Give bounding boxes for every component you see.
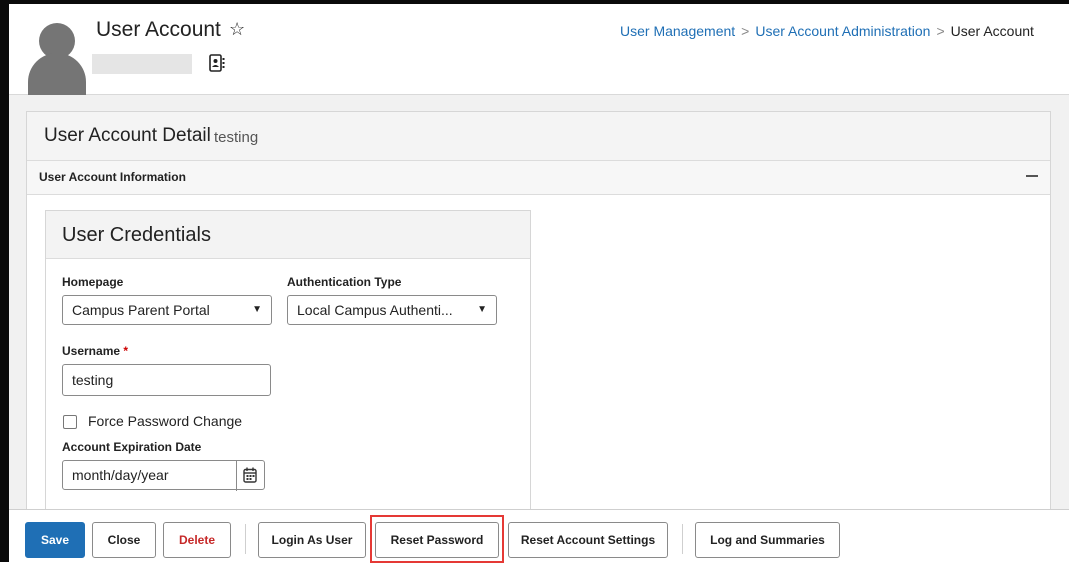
user-account-detail-panel: User Account Detail testing User Account… <box>26 111 1051 533</box>
breadcrumb-user-management[interactable]: User Management <box>620 23 735 39</box>
login-as-user-button[interactable]: Login As User <box>258 522 366 558</box>
close-button[interactable]: Close <box>92 522 156 558</box>
log-and-summaries-button[interactable]: Log and Summaries <box>695 522 840 558</box>
page-header: User Account ☆ User Management > User Acco… <box>9 4 1069 97</box>
username-input[interactable]: testing <box>62 364 271 396</box>
account-expiration-date-input[interactable]: month/day/year <box>62 460 265 491</box>
breadcrumb-separator: > <box>741 23 750 39</box>
screen-frame-left <box>0 0 9 562</box>
dropdown-arrow-icon: ▼ <box>252 304 262 315</box>
panel-title: User Account Detail <box>44 125 211 146</box>
main-content: User Account Detail testing User Account… <box>9 95 1069 562</box>
force-password-change-checkbox[interactable] <box>63 415 77 429</box>
date-input-divider <box>236 461 237 491</box>
username-label-text: Username <box>62 344 121 358</box>
contact-card-icon[interactable] <box>209 54 225 72</box>
card-title: User Credentials <box>62 224 211 246</box>
user-credentials-card: User Credentials Homepage Campus Parent … <box>45 210 531 532</box>
section-header[interactable]: User Account Information <box>27 161 1050 195</box>
force-password-change-label[interactable]: Force Password Change <box>88 413 242 429</box>
card-header: User Credentials <box>46 211 530 259</box>
required-marker: * <box>123 344 129 358</box>
toolbar-separator <box>682 524 683 554</box>
toolbar-separator <box>245 524 246 554</box>
breadcrumb-user-account-administration[interactable]: User Account Administration <box>755 23 930 39</box>
highlight-annotation <box>370 515 504 563</box>
authentication-type-select-value: Local Campus Authenti... <box>297 302 453 318</box>
section-title: User Account Information <box>39 170 186 184</box>
account-expiration-date-label: Account Expiration Date <box>62 440 202 454</box>
page-title: User Account <box>96 18 221 41</box>
dropdown-arrow-icon: ▼ <box>477 304 487 315</box>
authentication-type-label: Authentication Type <box>287 275 402 289</box>
breadcrumb: User Management > User Account Administrat… <box>620 23 1034 39</box>
panel-header: User Account Detail testing <box>27 112 1050 161</box>
calendar-icon[interactable] <box>243 467 257 483</box>
account-expiration-date-placeholder: month/day/year <box>72 467 169 483</box>
action-toolbar: Save Close Delete Login As User Reset Pa… <box>9 509 1069 563</box>
panel-subtitle: testing <box>214 129 259 146</box>
avatar-body <box>28 53 86 97</box>
reset-account-settings-button[interactable]: Reset Account Settings <box>508 522 668 558</box>
authentication-type-select[interactable]: Local Campus Authenti... ▼ <box>287 295 497 325</box>
homepage-select-value: Campus Parent Portal <box>72 302 210 318</box>
homepage-label: Homepage <box>62 275 124 289</box>
save-button[interactable]: Save <box>25 522 85 558</box>
homepage-select[interactable]: Campus Parent Portal ▼ <box>62 295 272 325</box>
redacted-user-name <box>92 54 192 74</box>
breadcrumb-separator: > <box>936 23 945 39</box>
breadcrumb-user-account: User Account <box>950 23 1034 39</box>
username-input-value: testing <box>72 372 114 388</box>
star-icon[interactable]: ☆ <box>229 19 245 40</box>
username-label: Username * <box>62 344 128 358</box>
collapse-icon[interactable] <box>1026 175 1038 177</box>
delete-button[interactable]: Delete <box>163 522 231 558</box>
